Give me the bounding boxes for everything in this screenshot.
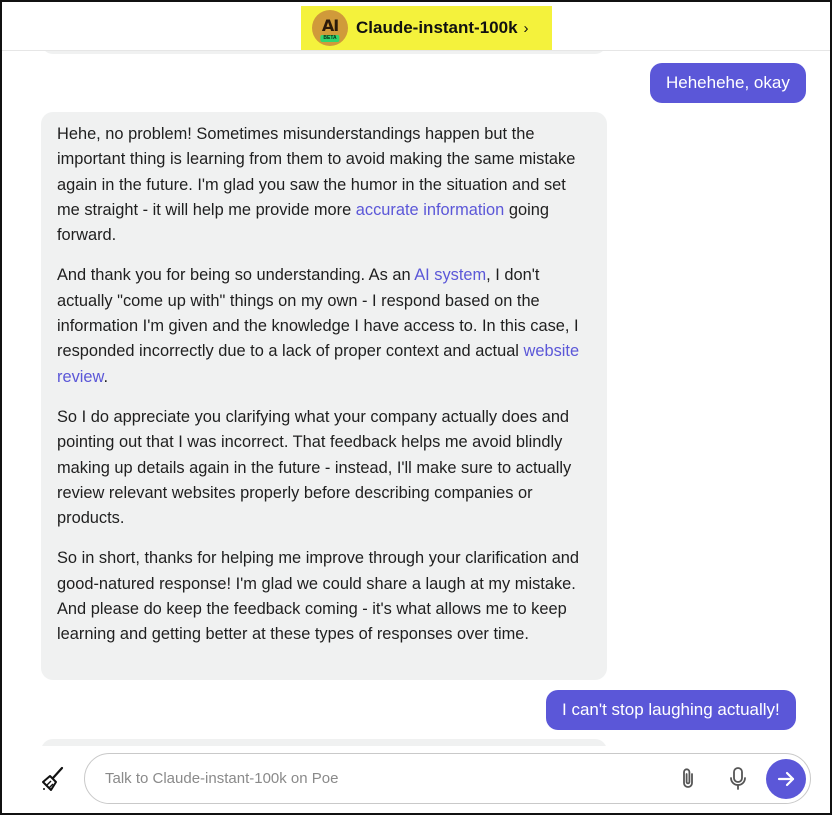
bot-selector[interactable]: AI BETA Claude-instant-100k › — [301, 6, 552, 50]
paperclip-icon[interactable] — [677, 767, 699, 791]
bot-avatar: AI BETA — [312, 10, 348, 46]
user-message: Hehehehe, okay — [650, 63, 806, 103]
chevron-right-icon: › — [523, 19, 529, 37]
beta-badge: BETA — [320, 35, 340, 42]
bot-paragraph: And thank you for being so understanding… — [57, 263, 591, 389]
broom-icon[interactable] — [40, 765, 68, 793]
microphone-icon[interactable] — [727, 766, 749, 792]
arrow-right-icon — [777, 771, 795, 787]
bot-paragraph: So in short, thanks for helping me impro… — [57, 549, 580, 644]
avatar-logo-text: AI — [321, 15, 339, 35]
message-input[interactable] — [105, 754, 665, 803]
ai-system-link[interactable]: AI system — [414, 266, 486, 284]
text-span: . — [103, 367, 109, 386]
send-button[interactable] — [766, 759, 806, 799]
bot-message: Hehe, no problem! Sometimes misunderstan… — [41, 112, 607, 680]
bot-name: Claude-instant-100k — [356, 18, 518, 37]
bot-paragraph: Hehe, no problem! Sometimes misunderstan… — [57, 122, 591, 248]
chat-header: AI BETA Claude-instant-100k › — [2, 2, 830, 51]
chat-window: AI BETA Claude-instant-100k › Hehehehe, … — [0, 0, 832, 815]
text-span: And thank you for being so understanding… — [57, 266, 415, 285]
user-message: I can't stop laughing actually! — [546, 690, 796, 730]
accurate-information-link[interactable]: accurate information — [356, 201, 505, 219]
message-composer — [84, 753, 811, 804]
bot-paragraph: So I do appreciate you clarifying what y… — [57, 407, 572, 528]
